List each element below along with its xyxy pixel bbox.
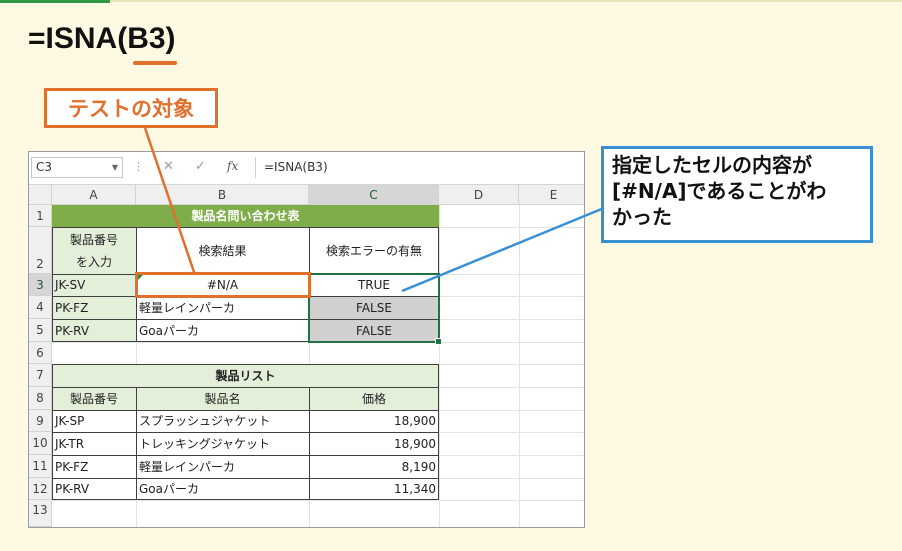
result-connector-line <box>401 206 605 293</box>
callout-connectors <box>143 127 605 293</box>
target-connector-line <box>143 127 197 276</box>
